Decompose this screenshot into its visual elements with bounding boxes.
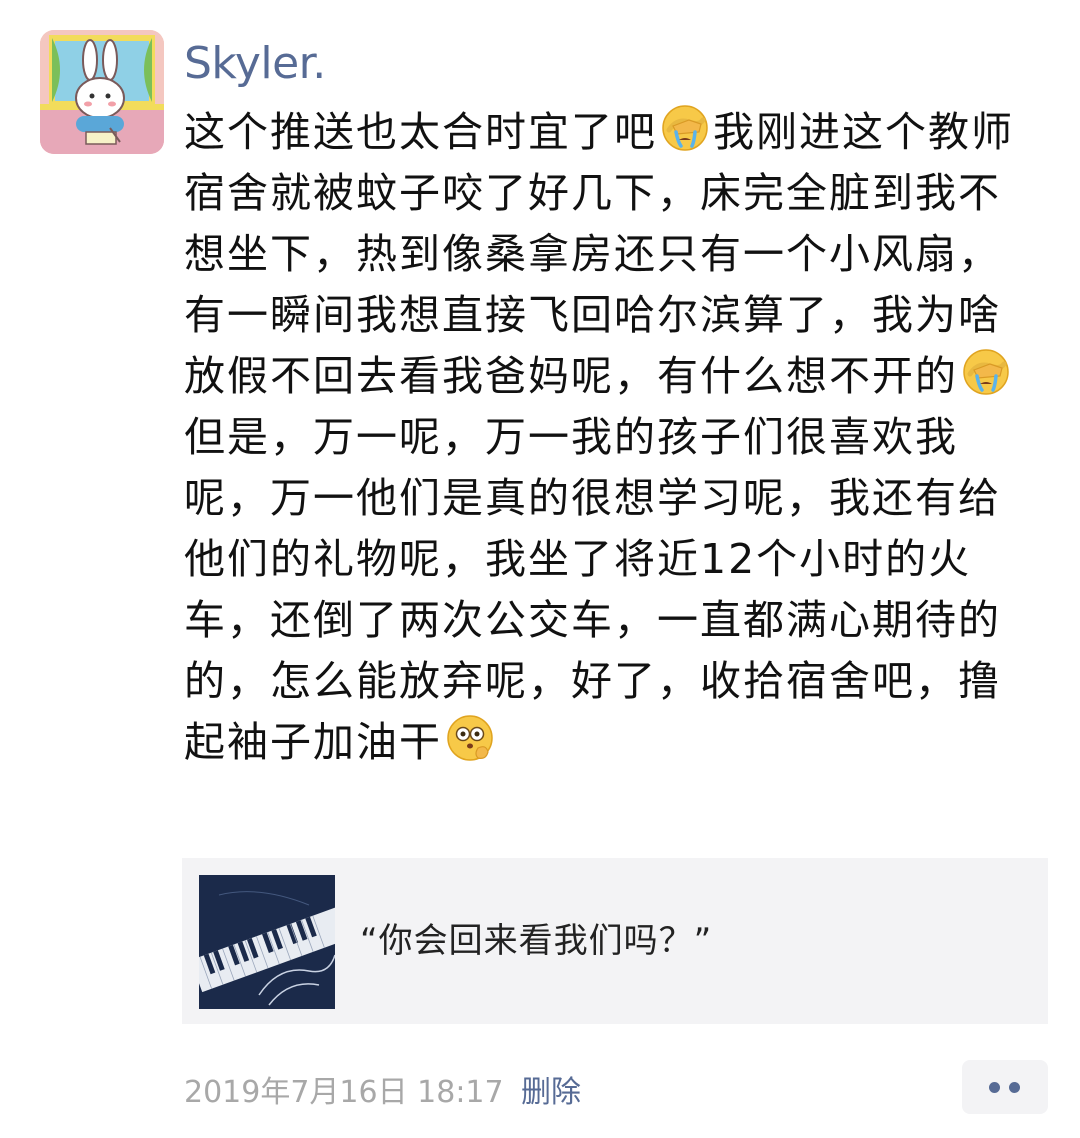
facepalm-crying-emoji-icon xyxy=(662,105,708,151)
piano-keys-thumbnail-icon xyxy=(199,875,335,1009)
delete-button[interactable]: 删除 xyxy=(521,1071,581,1115)
more-dots-icon xyxy=(1009,1082,1020,1093)
shared-article-title: “你会回来看我们吗？” xyxy=(360,921,713,961)
thinking-wide-eyes-emoji-icon xyxy=(447,715,493,761)
post-text: 这个推送也太合时宜了吧 我刚进这个教师宿舍就被蚊子咬了好几下，床完全脏到我不想坐… xyxy=(184,102,1024,773)
shared-article-card[interactable]: “你会回来看我们吗？” xyxy=(182,858,1048,1024)
post-text-segment: 这个推送也太合时宜了吧 xyxy=(184,108,657,156)
facepalm-crying-emoji-icon xyxy=(963,349,1009,395)
post-timestamp: 2019年7月16日 18:17 xyxy=(184,1075,504,1110)
bunny-avatar-icon xyxy=(40,30,164,154)
more-dots-icon xyxy=(989,1082,1000,1093)
post-paragraph-2: 但是，万一呢，万一我的孩子们很喜欢我呢，万一他们是真的很想学习呢，我还有给他们的… xyxy=(184,407,1024,773)
post-text-segment: 但是，万一呢，万一我的孩子们很喜欢我呢，万一他们是真的很想学习呢，我还有给他们的… xyxy=(184,413,1001,766)
username-link[interactable]: Skyler. xyxy=(184,34,326,94)
moments-post: Skyler. 这个推送也太合时宜了吧 我刚进这个教师宿舍就被蚊子咬了好几下，床… xyxy=(0,0,1080,1138)
user-avatar[interactable] xyxy=(40,30,164,154)
more-options-button[interactable] xyxy=(962,1060,1048,1114)
post-paragraph-1: 这个推送也太合时宜了吧 我刚进这个教师宿舍就被蚊子咬了好几下，床完全脏到我不想坐… xyxy=(184,102,1024,407)
